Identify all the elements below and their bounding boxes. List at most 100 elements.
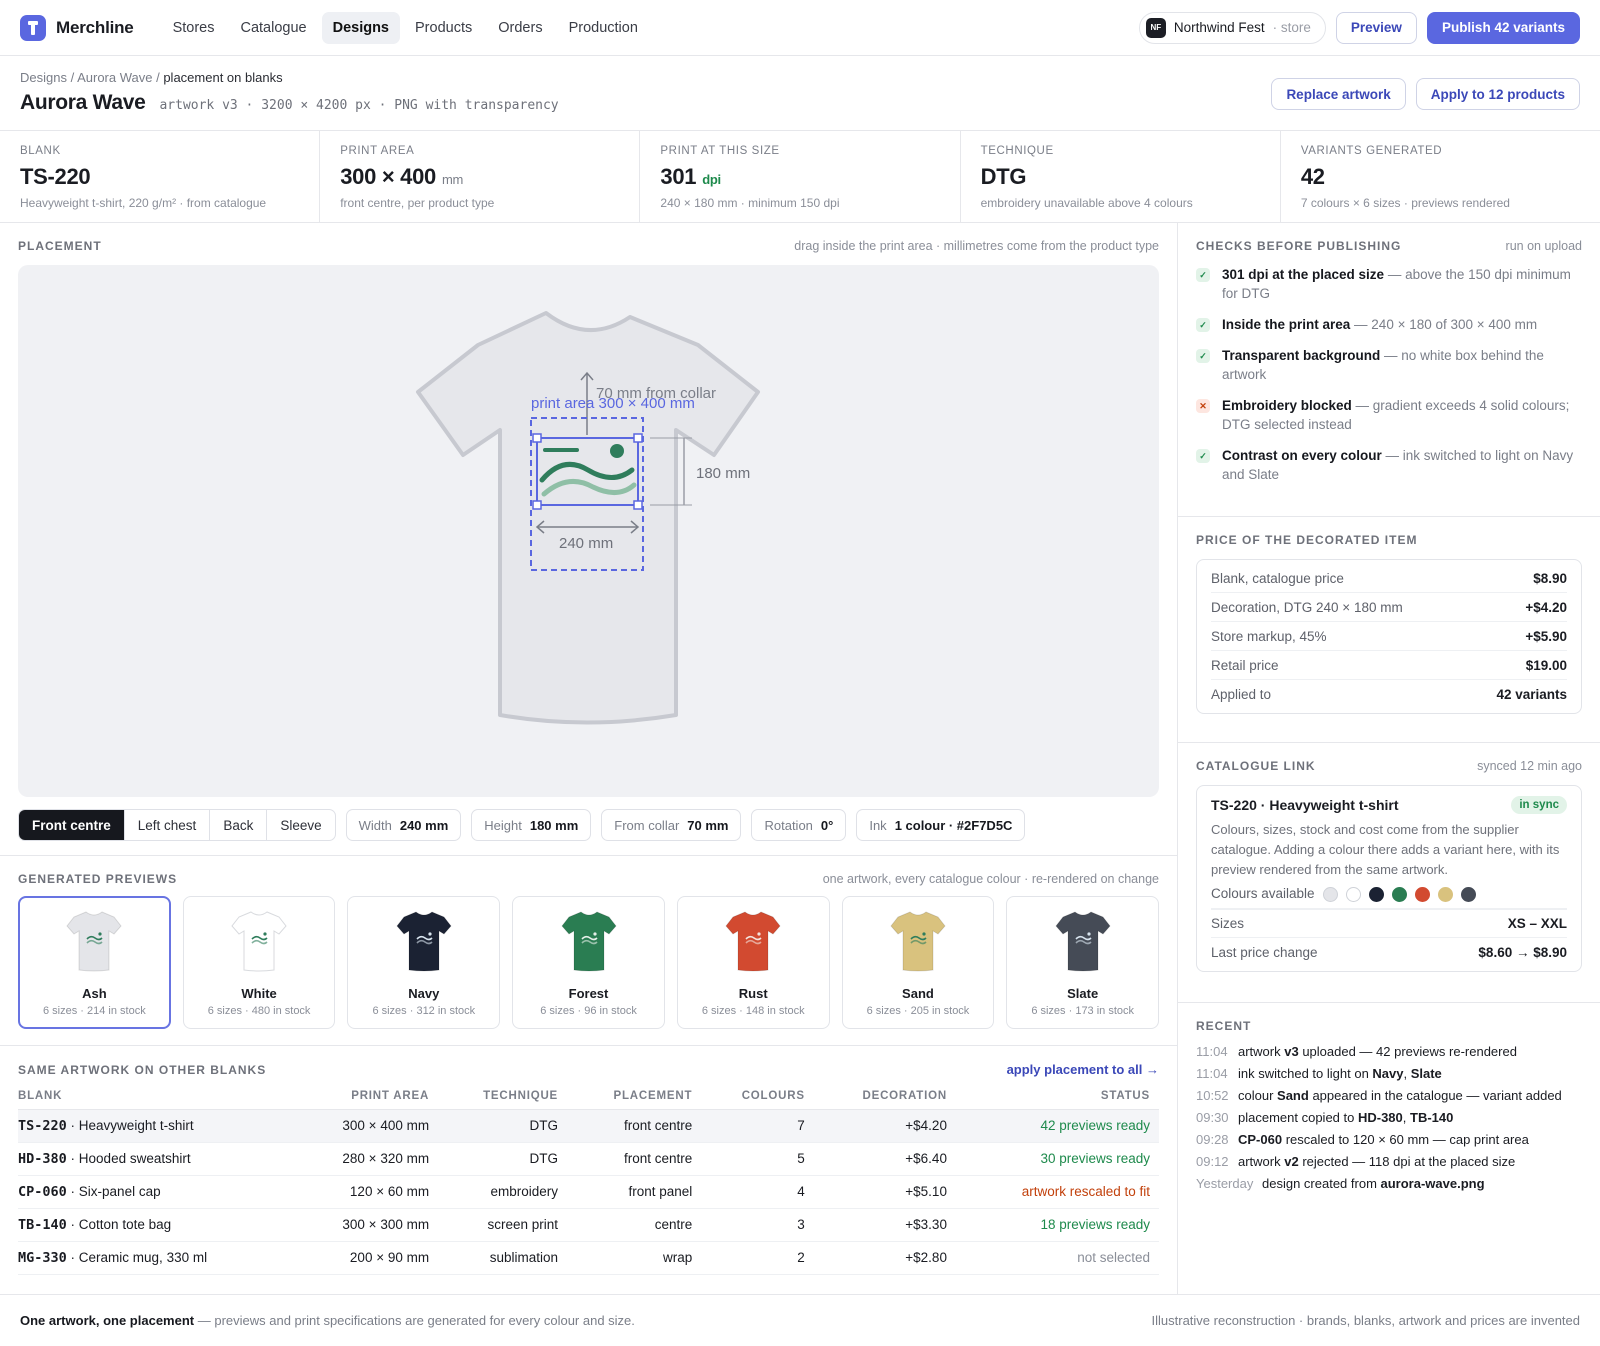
merchline-logo-icon	[20, 14, 46, 41]
table-row[interactable]: TS-220 · Heavyweight t-shirt 300 × 400 mm…	[18, 1109, 1159, 1143]
nav-stores[interactable]: Stores	[162, 12, 226, 44]
resize-handle[interactable]	[633, 500, 643, 510]
nav-production[interactable]: Production	[558, 12, 649, 44]
check-item: ✓ Transparent background — no white box b…	[1196, 346, 1582, 384]
height-field[interactable]: Height 180 mm	[471, 809, 592, 841]
tshirt-preview-icon	[560, 911, 617, 972]
field-key: Height	[484, 817, 522, 833]
breadcrumb-designs[interactable]: Designs	[20, 70, 67, 85]
blank-name: · Heavyweight t-shirt	[70, 1117, 194, 1133]
colour-swatch[interactable]	[1368, 886, 1384, 902]
publish-button[interactable]: Publish 42 variants	[1426, 11, 1580, 44]
table-row[interactable]: HD-380 · Hooded sweatshirt 280 × 320 mm DT…	[18, 1142, 1159, 1176]
colour-swatch[interactable]	[1345, 886, 1361, 902]
cell-tech: embroidery	[438, 1175, 568, 1209]
cell-place: front panel	[567, 1175, 702, 1209]
tshirt-preview-icon	[66, 911, 123, 972]
catalogue-hint: synced 12 min ago	[1477, 759, 1582, 773]
colour-swatch[interactable]	[1437, 886, 1453, 902]
activity-text: artwork v3 uploaded — 42 previews re-ren…	[1238, 1044, 1517, 1059]
preview-card-navy[interactable]: Navy 6 sizes · 312 in stock	[347, 896, 501, 1029]
breadcrumb-aurora-wave[interactable]: Aurora Wave	[77, 70, 152, 85]
price-row: Applied to 42 variants	[1211, 680, 1567, 709]
resize-handle[interactable]	[532, 500, 542, 510]
field-key: Rotation	[764, 817, 813, 833]
cell-tech: DTG	[438, 1142, 568, 1176]
table-row[interactable]: TB-140 · Cotton tote bag 300 × 300 mm scre…	[18, 1208, 1159, 1242]
table-row[interactable]: CP-060 · Six-panel cap 120 × 60 mm embroid…	[18, 1175, 1159, 1209]
main-nav: Stores Catalogue Designs Products Orders…	[162, 11, 649, 44]
stat-sub: Heavyweight t-shirt, 220 g/m² · from cat…	[20, 196, 267, 210]
stat-label: PRINT AT THIS SIZE	[660, 145, 780, 157]
nav-products[interactable]: Products	[404, 12, 483, 44]
price-row: Decoration, DTG 240 × 180 mm +$4.20	[1211, 593, 1567, 622]
activity-text: colour Sand appeared in the catalogue — …	[1238, 1088, 1562, 1103]
colour-swatch[interactable]	[1322, 886, 1338, 902]
colour-swatch[interactable]	[1460, 886, 1476, 902]
nav-orders[interactable]: Orders	[487, 12, 553, 44]
previews-list: Ash 6 sizes · 214 in stock White 6 sizes · …	[18, 896, 1160, 1029]
preview-button[interactable]: Preview	[1335, 11, 1417, 44]
stat-value: TS-220	[20, 164, 91, 189]
status-cell: 42 previews ready	[955, 1109, 1159, 1143]
check-item: ✕ Embroidery blocked — gradient exceeds 4…	[1196, 396, 1582, 434]
resize-handle[interactable]	[633, 433, 643, 443]
check-item: ✓ Inside the print area — 240 × 180 of 30…	[1196, 315, 1582, 334]
check-pass-icon: ✓	[1196, 268, 1210, 282]
tshirt-mockup: 70 mm from collar print area 300 × 400 m…	[416, 311, 760, 725]
apply-placement-all-link[interactable]: apply placement to all →	[1007, 1062, 1159, 1077]
stat-value: 42	[1300, 164, 1325, 189]
nav-catalogue[interactable]: Catalogue	[229, 12, 317, 44]
preview-stock: 6 sizes · 480 in stock	[207, 1005, 311, 1017]
from-collar-field[interactable]: From collar 70 mm	[601, 809, 742, 841]
colour-swatch[interactable]	[1391, 886, 1407, 902]
column-header: DECORATION	[813, 1083, 956, 1110]
page-header: Designs / Aurora Wave / placement on bla…	[0, 56, 1600, 131]
placement-canvas[interactable]: 70 mm from collar print area 300 × 400 m…	[18, 265, 1159, 797]
field-value: 0°	[820, 817, 834, 833]
width-field[interactable]: Width 240 mm	[345, 809, 462, 841]
position-left-chest[interactable]: Left chest	[125, 810, 211, 840]
preview-card-white[interactable]: White 6 sizes · 480 in stock	[182, 896, 336, 1029]
position-front-centre[interactable]: Front centre	[19, 810, 125, 840]
artwork-sun	[428, 932, 432, 936]
blank-cell: HD-380 · Hooded sweatshirt	[18, 1142, 293, 1176]
cell-colours: 3	[701, 1208, 814, 1242]
preview-card-slate[interactable]: Slate 6 sizes · 173 in stock	[1006, 896, 1160, 1029]
app-logo[interactable]: Merchline	[20, 14, 134, 41]
store-switcher[interactable]: NF Northwind Fest · store	[1138, 11, 1326, 44]
position-back[interactable]: Back	[210, 810, 268, 840]
rotation-field[interactable]: Rotation 0°	[751, 809, 847, 841]
table-row[interactable]: MG-330 · Ceramic mug, 330 ml 200 × 90 mm s…	[18, 1241, 1159, 1275]
preview-card-forest[interactable]: Forest 6 sizes · 96 in stock	[512, 896, 665, 1029]
resize-handle[interactable]	[532, 433, 542, 443]
catalogue-label: CATALOGUE LINK	[1196, 759, 1316, 773]
column-header: BLANK	[18, 1083, 293, 1110]
footer: One artwork, one placement — previews an…	[0, 1294, 1600, 1346]
row-value: $19.00	[1525, 657, 1567, 673]
breadcrumb-current: placement on blanks	[163, 70, 283, 85]
preview-card-sand[interactable]: Sand 6 sizes · 205 in stock	[841, 896, 995, 1029]
preview-name: Rust	[738, 986, 768, 1001]
check-text: 301 dpi at the placed size — above the 1…	[1222, 265, 1582, 303]
blank-code: MG-330	[18, 1249, 67, 1266]
activity-text: CP-060 rescaled to 120 × 60 mm — cap pri…	[1238, 1132, 1529, 1147]
preview-name: Sand	[902, 986, 934, 1001]
preview-card-rust[interactable]: Rust 6 sizes · 148 in stock	[676, 896, 830, 1029]
preview-card-ash[interactable]: Ash 6 sizes · 214 in stock	[18, 896, 171, 1029]
price-label: PRICE OF THE DECORATED ITEM	[1196, 533, 1418, 547]
artwork-sun	[922, 932, 926, 936]
apply-to-products-button[interactable]: Apply to 12 products	[1415, 78, 1580, 110]
preview-name: Forest	[568, 986, 609, 1001]
artwork-sun	[263, 932, 267, 936]
stat-label: VARIANTS GENERATED	[1300, 145, 1443, 157]
ink-field[interactable]: Ink 1 colour · #2F7D5C	[856, 809, 1026, 841]
nav-designs[interactable]: Designs	[321, 11, 401, 44]
cell-colours: 2	[701, 1241, 814, 1275]
colour-swatch[interactable]	[1414, 886, 1430, 902]
position-sleeve[interactable]: Sleeve	[267, 810, 334, 840]
store-name: Northwind Fest	[1173, 20, 1265, 35]
catalogue-title[interactable]: TS-220 · Heavyweight t-shirt	[1211, 797, 1399, 813]
price-row: Retail price $19.00	[1211, 651, 1567, 680]
replace-artwork-button[interactable]: Replace artwork	[1271, 78, 1406, 110]
